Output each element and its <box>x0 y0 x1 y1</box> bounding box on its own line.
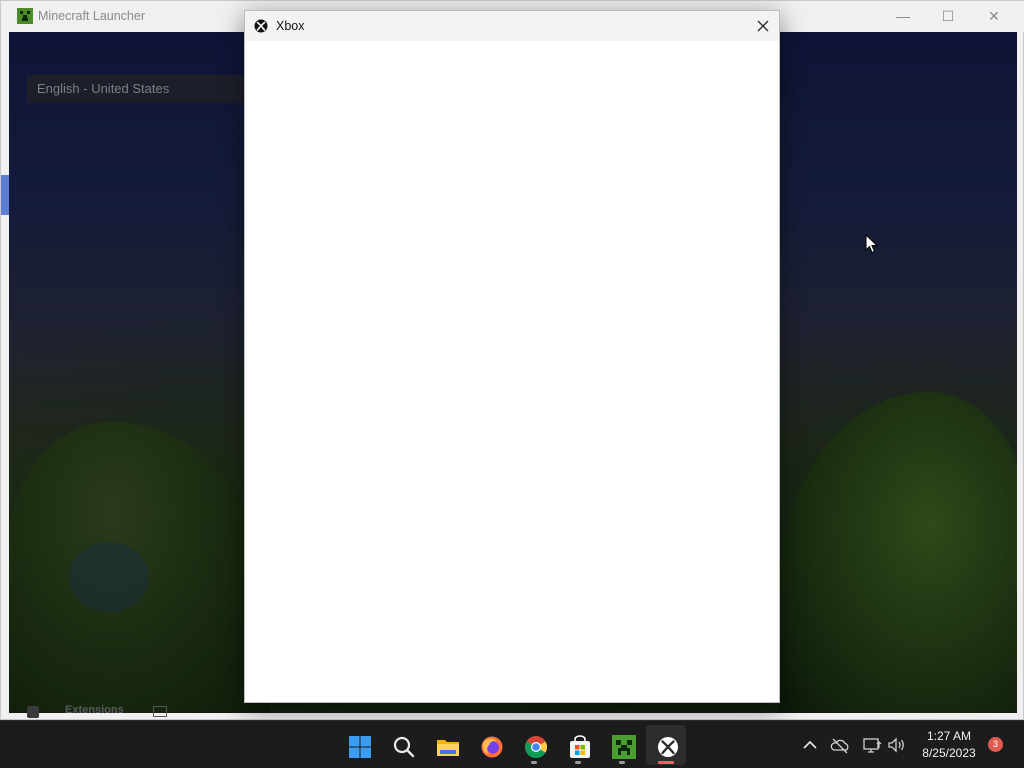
clock-date: 8/25/2023 <box>922 746 976 760</box>
xbox-icon <box>254 19 268 33</box>
network-icon[interactable] <box>862 735 882 755</box>
maximize-button[interactable]: ☐ <box>925 1 971 32</box>
water <box>69 542 149 612</box>
close-button[interactable]: ✕ <box>971 1 1017 32</box>
language-dropdown[interactable]: English - United States <box>27 75 259 103</box>
chrome-icon <box>525 736 547 758</box>
extensions-icon <box>27 706 39 718</box>
xbox-dialog: Xbox <box>244 10 780 703</box>
xbox-close-button[interactable] <box>747 11 779 41</box>
xbox-dialog-titlebar[interactable]: Xbox <box>245 11 779 41</box>
minecraft-icon <box>17 8 33 24</box>
extensions-label: Extensions <box>65 704 124 716</box>
store-icon <box>570 735 590 758</box>
firefox-icon <box>481 736 503 758</box>
taskbar-firefox[interactable] <box>470 725 510 765</box>
xbox-dialog-content <box>245 41 779 702</box>
volume-icon[interactable] <box>886 735 906 755</box>
xbox-icon <box>658 737 678 757</box>
taskbar: 1:27 AM 8/25/2023 3 <box>0 720 1024 768</box>
onedrive-offline-icon[interactable] <box>830 735 850 755</box>
chevron-up-icon[interactable] <box>800 735 820 755</box>
hill-right <box>779 392 1017 713</box>
window-icon <box>153 706 167 717</box>
taskbar-file-explorer[interactable] <box>426 725 466 765</box>
minecraft-icon <box>612 735 636 759</box>
taskbar-clock[interactable]: 1:27 AM 8/25/2023 <box>904 728 994 762</box>
notification-badge[interactable]: 3 <box>988 737 1003 752</box>
search-icon <box>393 736 415 758</box>
taskbar-chrome[interactable] <box>514 725 554 765</box>
taskbar-microsoft-store[interactable] <box>558 725 598 765</box>
windows-logo-icon <box>349 736 371 758</box>
taskbar-xbox[interactable] <box>646 725 686 765</box>
taskbar-minecraft-launcher[interactable] <box>602 725 642 765</box>
launcher-bottom-nav[interactable]: Extensions <box>21 704 251 718</box>
clock-time: 1:27 AM <box>926 729 972 743</box>
minimize-button[interactable]: — <box>880 1 926 32</box>
sidebar-selection-indicator <box>1 175 9 215</box>
folder-icon <box>437 740 459 756</box>
mouse-cursor-icon <box>865 234 879 254</box>
close-icon <box>757 20 769 32</box>
running-indicator <box>531 761 537 764</box>
running-indicator <box>619 761 625 764</box>
taskbar-start-button[interactable] <box>338 725 378 765</box>
running-indicator <box>575 761 581 764</box>
active-window-indicator <box>658 761 674 764</box>
launcher-window-title: Minecraft Launcher <box>38 9 146 23</box>
taskbar-search-button[interactable] <box>382 725 422 765</box>
xbox-dialog-title: Xbox <box>276 19 305 33</box>
